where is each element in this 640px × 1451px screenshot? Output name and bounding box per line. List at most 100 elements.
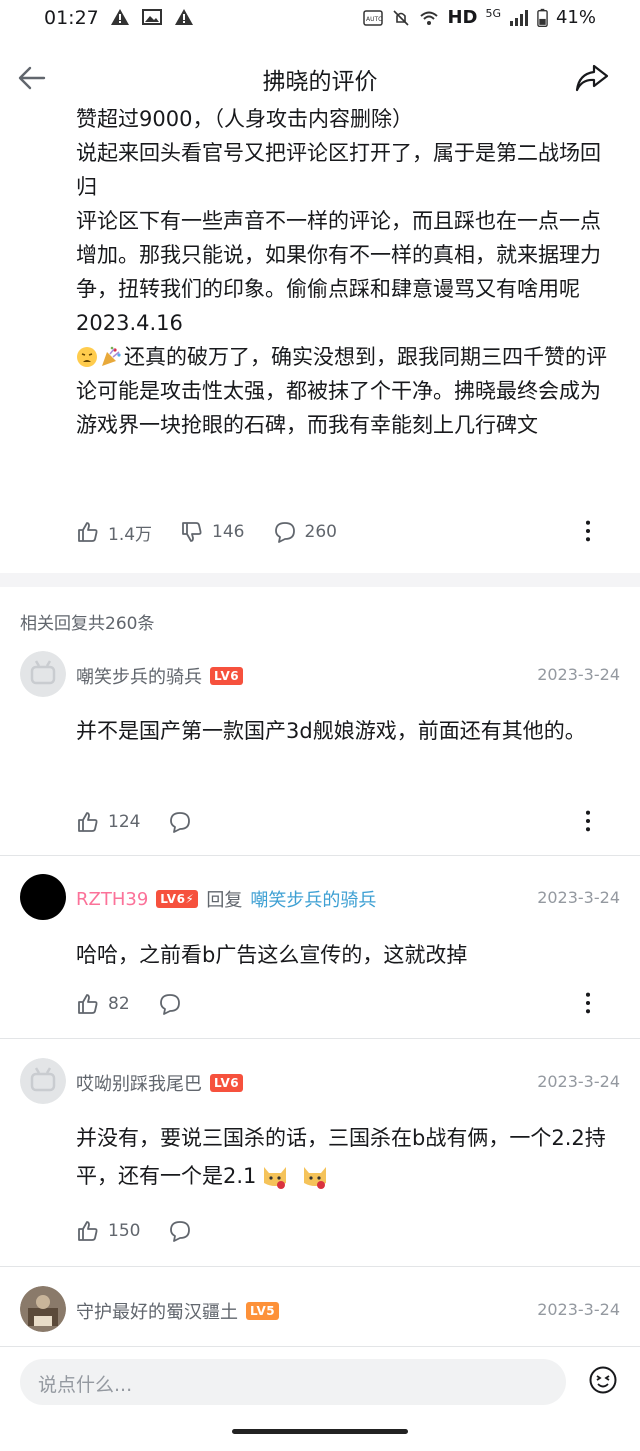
level-text: LV6: [160, 892, 186, 906]
avatar[interactable]: [20, 1058, 66, 1104]
username[interactable]: 嘲笑步兵的骑兵: [76, 663, 202, 689]
main-comment-actions: 1.4万 146 260: [76, 517, 620, 547]
section-divider: [0, 573, 640, 587]
svg-text:AUTO: AUTO: [366, 16, 383, 23]
reply-text: 并没有，要说三国杀的话，三国杀在b战有俩，一个2.2持平，还有一个是2.1: [76, 1126, 606, 1188]
comment-input[interactable]: 说点什么...: [20, 1359, 566, 1405]
input-placeholder: 说点什么...: [38, 1374, 133, 1396]
top-nav: 拂晓的评价: [0, 48, 640, 108]
like-button[interactable]: 82: [76, 992, 130, 1016]
more-icon[interactable]: [576, 809, 600, 833]
like-icon: [78, 1221, 98, 1241]
share-icon[interactable]: [574, 62, 610, 94]
dog-rose-emoji-icon: [264, 1167, 287, 1189]
reply-actions: 150: [76, 1216, 620, 1246]
comment-line: 赞超过9000，（人身攻击内容删除）: [76, 107, 413, 131]
page-title: 拂晓的评价: [262, 69, 378, 95]
dislike-count: 146: [212, 522, 245, 542]
reply-divider: [0, 1266, 640, 1267]
like-count: 124: [108, 812, 141, 832]
like-button[interactable]: 150: [76, 1219, 140, 1243]
like-icon: [78, 994, 98, 1014]
battery-label: 41%: [555, 7, 596, 28]
like-button[interactable]: 1.4万: [76, 520, 152, 545]
comment-icon: [170, 812, 191, 833]
battery-icon: [537, 8, 548, 27]
signal-gen-label: 5G: [485, 7, 501, 20]
reply-divider: [0, 855, 640, 856]
level-badge: LV5: [246, 1302, 280, 1320]
reply-count: 260: [304, 522, 337, 542]
home-indicator[interactable]: [232, 1429, 408, 1434]
reply-date: 2023-3-24: [537, 1300, 620, 1319]
reply-actions: 82: [76, 989, 620, 1019]
more-icon[interactable]: [576, 991, 600, 1015]
gallery-icon: [142, 9, 162, 25]
mute-icon: [393, 9, 410, 26]
signal-icon: [509, 9, 528, 26]
comment-text: 还真的破万了，确实没想到，跟我同期三四千赞的评论可能是攻击性太强，都被抹了个干净…: [76, 345, 607, 437]
level-badge: LV6⚡: [156, 890, 199, 908]
reply-item: 嘲笑步兵的骑兵 LV6 2023-3-24 并不是国产第一款国产3d舰娘游戏，前…: [0, 651, 640, 856]
reply-item: 守护最好的蜀汉疆土 LV5 2023-3-24: [0, 1286, 640, 1346]
dislike-button[interactable]: 146: [180, 520, 245, 544]
mention-link[interactable]: 嘲笑步兵的骑兵: [250, 886, 376, 912]
warning-icon: [175, 9, 193, 25]
reply-button[interactable]: 260: [273, 520, 337, 544]
like-count: 150: [108, 1221, 141, 1241]
network-label: HD: [447, 7, 478, 28]
emoji-icon[interactable]: [588, 1365, 618, 1395]
reply-item: RZTH39 LV6⚡ 回复 嘲笑步兵的骑兵 2023-3-24 哈哈，之前看b…: [0, 874, 640, 1038]
party-popper-icon: [102, 346, 121, 366]
avatar[interactable]: [20, 1286, 66, 1332]
auto-icon: AUTO: [363, 9, 383, 26]
reply-item: 哎呦别踩我尾巴 LV6 2023-3-24 并没有，要说三国杀的话，三国杀在b战…: [0, 1058, 640, 1266]
comment-line: 评论区下有一些声音不一样的评论，而且踩也在一点一点增加。那我只能说，如果你有不一…: [76, 209, 601, 301]
weary-face-icon: [77, 347, 97, 367]
like-icon: [78, 522, 98, 542]
level-badge: LV6: [210, 667, 244, 685]
username[interactable]: 守护最好的蜀汉疆土: [76, 1298, 238, 1324]
reply-button[interactable]: [168, 1219, 192, 1243]
reply-username-row: RZTH39 LV6⚡ 回复 嘲笑步兵的骑兵: [76, 886, 376, 912]
comment-icon: [159, 994, 180, 1015]
username[interactable]: RZTH39: [76, 889, 148, 910]
comment-input-bar: 说点什么...: [0, 1346, 640, 1451]
reply-button[interactable]: [168, 810, 192, 834]
reply-date: 2023-3-24: [537, 1072, 620, 1091]
reply-username-row: 哎呦别踩我尾巴 LV6: [76, 1070, 244, 1096]
comment-line: 说起来回头看官号又把评论区打开了，属于是第二战场回归: [76, 141, 601, 199]
level-badge: LV6: [210, 1074, 244, 1092]
reply-content: 并不是国产第一款国产3d舰娘游戏，前面还有其他的。: [76, 719, 586, 743]
dog-rose-emoji-icon: [304, 1167, 327, 1189]
avatar[interactable]: [20, 874, 66, 920]
reply-actions: 124: [76, 807, 620, 837]
reply-word: 回复: [206, 890, 243, 911]
reply-content: 哈哈，之前看b广告这么宣传的，这就改掉: [76, 943, 468, 967]
dislike-icon: [182, 522, 202, 542]
reply-username-row: 嘲笑步兵的骑兵 LV6: [76, 663, 244, 689]
warning-icon: [111, 9, 129, 25]
comment-icon: [170, 1221, 191, 1242]
comment-last-paragraph: 还真的破万了，确实没想到，跟我同期三四千赞的评论可能是攻击性太强，都被抹了个干净…: [76, 340, 616, 442]
reply-divider: [0, 1038, 640, 1039]
main-comment: 赞超过9000，（人身攻击内容删除） 说起来回头看官号又把评论区打开了，属于是第…: [76, 102, 616, 442]
reply-date: 2023-3-24: [537, 888, 620, 907]
avatar[interactable]: [20, 651, 66, 697]
like-icon: [78, 812, 98, 832]
comment-icon: [274, 522, 295, 543]
like-count: 1.4万: [108, 524, 153, 545]
reply-content: 并没有，要说三国杀的话，三国杀在b战有俩，一个2.2持平，还有一个是2.1: [76, 1119, 616, 1195]
status-bar: 01:27 AUTO HD 5G 41%: [0, 0, 640, 40]
username[interactable]: 哎呦别踩我尾巴: [76, 1070, 202, 1096]
wifi-icon: [420, 11, 439, 25]
reply-button[interactable]: [158, 992, 182, 1016]
lightning-icon: ⚡: [185, 892, 195, 906]
like-count: 82: [108, 994, 130, 1014]
comment-date: 2023.4.16: [76, 311, 183, 335]
reply-date: 2023-3-24: [537, 665, 620, 684]
replies-count-label: 相关回复共260条: [20, 614, 155, 634]
status-time: 01:27: [44, 7, 99, 29]
more-icon[interactable]: [576, 519, 600, 543]
like-button[interactable]: 124: [76, 810, 140, 834]
